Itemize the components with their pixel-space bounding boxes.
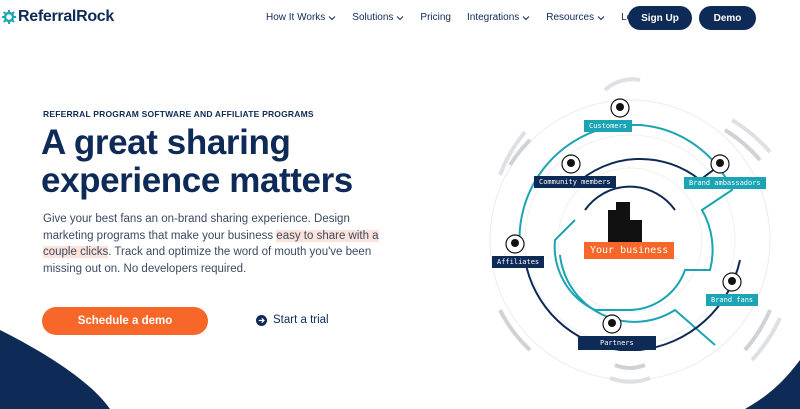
ambassador-avatar-icon [710, 154, 730, 174]
signup-button[interactable]: Sign Up [628, 6, 692, 30]
node-customers: Customers [584, 120, 632, 132]
nav-pricing[interactable]: Pricing [420, 12, 451, 23]
community-avatar-icon [561, 154, 581, 174]
headline-line-1: A great sharing [41, 123, 291, 162]
schedule-demo-button[interactable]: Schedule a demo [42, 307, 208, 335]
logo-text: ReferralRock [18, 8, 115, 25]
chevron-down-icon [597, 15, 605, 20]
customer-avatar-icon [610, 98, 630, 118]
nav-solutions[interactable]: Solutions [352, 12, 404, 23]
node-your-business: Your business [584, 242, 675, 259]
start-trial-link[interactable]: Start a trial [256, 314, 329, 326]
hero-description: Give your best fans an on-brand sharing … [43, 213, 379, 275]
logo-gear-icon [2, 10, 16, 24]
headline-line-2: experience matters [41, 161, 353, 200]
chevron-down-icon [328, 15, 336, 20]
node-brand-ambassadors: Brand ambassadors [684, 177, 766, 189]
building-icon [608, 202, 642, 242]
site-header: ReferralRock How It Works Solutions Pric… [0, 0, 800, 38]
affiliate-avatar-icon [505, 234, 525, 254]
referral-network-diagram: Your business Customers Community member… [470, 60, 800, 409]
partner-avatar-icon [602, 314, 622, 334]
node-brand-fans: Brand fans [706, 294, 759, 306]
hero-eyebrow: REFERRAL PROGRAM SOFTWARE AND AFFILIATE … [43, 109, 314, 119]
logo[interactable]: ReferralRock [2, 8, 114, 26]
demo-button[interactable]: Demo [699, 6, 756, 30]
nav-resources[interactable]: Resources [546, 12, 605, 23]
arrow-circle-right-icon [256, 314, 267, 326]
node-affiliates: Affiliates [492, 256, 545, 268]
chevron-down-icon [522, 15, 530, 20]
chevron-down-icon [397, 15, 404, 20]
node-partners: Partners [578, 336, 656, 350]
main-nav: How It Works Solutions Pricing Integrati… [266, 12, 662, 23]
nav-how-it-works[interactable]: How It Works [266, 12, 336, 23]
node-community-members: Community members [534, 176, 616, 188]
hero-headline: A great sharing experience matters [41, 124, 441, 200]
fan-avatar-icon [722, 272, 742, 292]
nav-integrations[interactable]: Integrations [467, 12, 530, 23]
background-swoosh-left [0, 330, 110, 409]
